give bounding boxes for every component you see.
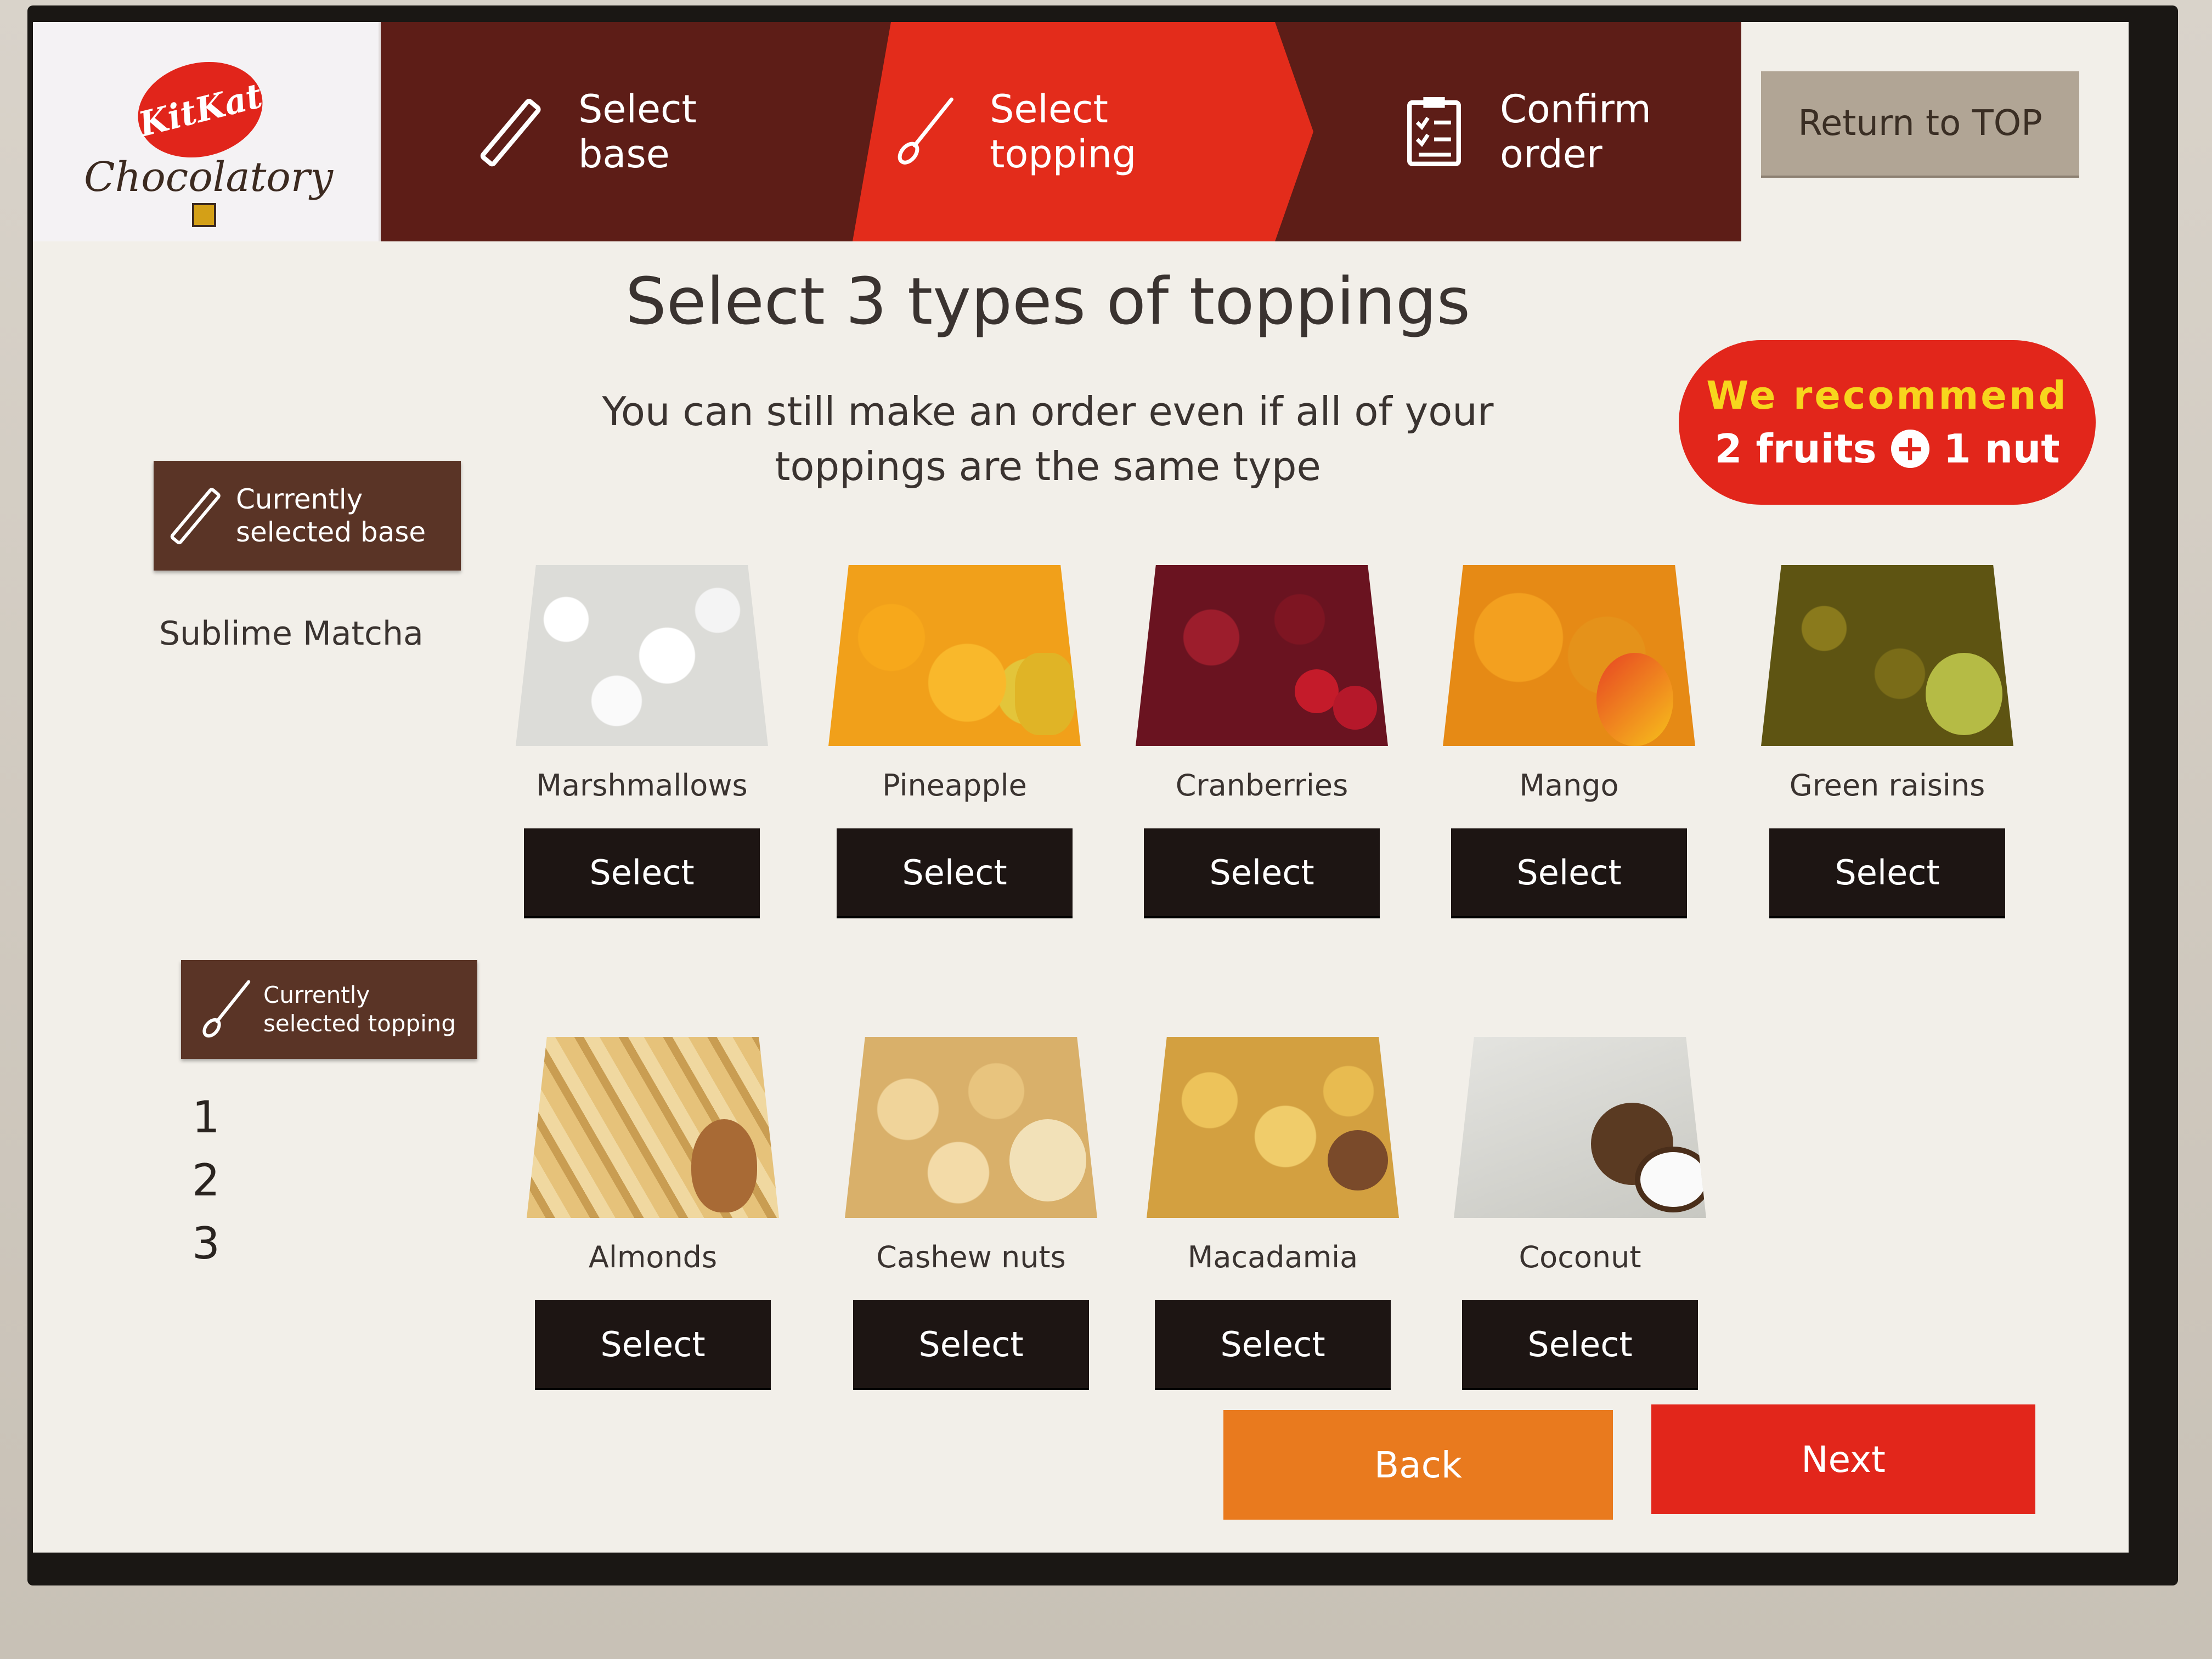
mango-fruit-icon: [1596, 653, 1673, 746]
topping-card-mango: Mango Select: [1443, 565, 1695, 916]
marshmallows-image: [516, 565, 768, 746]
macadamia-nut-icon: [1328, 1130, 1388, 1190]
checklist-icon: [1407, 97, 1461, 166]
topping-card-pineapple: Pineapple Select: [828, 565, 1081, 916]
topping-card-almonds: Almonds Select: [527, 1037, 779, 1388]
cashew-nuts-image: [845, 1037, 1097, 1218]
topping-card-macadamia: Macadamia Select: [1147, 1037, 1399, 1388]
topping-card-marshmallows: Marshmallows Select: [516, 565, 768, 916]
topping-card-cranberries: Cranberries Select: [1136, 565, 1388, 916]
brand-mark-icon: [192, 203, 216, 227]
selected-topping-label: Currently selected topping: [263, 981, 456, 1037]
brand-logo: KitKat Chocolatory: [33, 22, 381, 241]
grape-fruit-icon: [1926, 653, 2002, 735]
coconut-half-icon: [1635, 1147, 1706, 1212]
brand-subtitle: Chocolatory: [83, 154, 334, 201]
topping-name: Green raisins: [1789, 768, 1985, 803]
selected-base-value: Sublime Matcha: [159, 614, 424, 653]
topping-name: Almonds: [588, 1240, 718, 1274]
step-select-topping: Select topping: [885, 22, 1136, 241]
coconut-image: [1454, 1037, 1706, 1218]
select-pineapple-button[interactable]: Select: [837, 828, 1073, 916]
topping-slot-2: 2: [192, 1155, 220, 1206]
green-raisins-image: [1761, 565, 2013, 746]
back-button[interactable]: Back: [1223, 1410, 1613, 1520]
recommend-heading: We recommend: [1706, 373, 2068, 418]
mango-image: [1443, 565, 1695, 746]
almonds-image: [527, 1037, 779, 1218]
step-label: Select base: [578, 87, 697, 177]
cranberry-fruit-icon: [1333, 686, 1377, 730]
next-button[interactable]: Next: [1651, 1404, 2035, 1514]
almond-nut-icon: [691, 1119, 757, 1212]
kiosk-screen: KitKat Chocolatory Select base Select to…: [33, 22, 2129, 1553]
topping-name: Coconut: [1519, 1240, 1641, 1274]
plus-icon: +: [1891, 428, 1929, 469]
step-label: Select topping: [990, 87, 1137, 177]
spoon-icon: [202, 980, 251, 1038]
topping-name: Mango: [1519, 768, 1619, 803]
stick-icon: [170, 488, 221, 545]
selected-base-label: Currently selected base: [236, 483, 426, 548]
progress-steps: Select base Select topping Confirm order: [381, 22, 1741, 241]
stick-icon: [480, 99, 541, 167]
select-green-raisins-button[interactable]: Select: [1769, 828, 2005, 916]
topping-name: Cranberries: [1175, 768, 1348, 803]
recommend-nuts: 1 nut: [1943, 426, 2060, 472]
topping-slot-3: 3: [192, 1218, 220, 1269]
select-mango-button[interactable]: Select: [1451, 828, 1687, 916]
cranberry-fruit-icon: [1295, 669, 1339, 713]
topping-name: Cashew nuts: [876, 1240, 1066, 1274]
header: KitKat Chocolatory Select base Select to…: [33, 22, 2129, 241]
topping-name: Marshmallows: [536, 768, 748, 803]
step-confirm-order: Confirm order: [1396, 22, 1651, 241]
select-macadamia-button[interactable]: Select: [1155, 1300, 1391, 1388]
select-coconut-button[interactable]: Select: [1462, 1300, 1698, 1388]
step-select-base: Select base: [474, 22, 697, 241]
select-cashew-nuts-button[interactable]: Select: [853, 1300, 1089, 1388]
macadamia-image: [1147, 1037, 1399, 1218]
select-marshmallows-button[interactable]: Select: [524, 828, 760, 916]
step-label: Confirm order: [1500, 87, 1651, 177]
spoon-icon: [898, 97, 953, 165]
pineapple-fruit-icon: [1015, 653, 1075, 735]
selected-topping-tag: Currently selected topping: [181, 960, 477, 1059]
page-subtitle: You can still make an order even if all …: [602, 388, 1494, 489]
pineapple-image: [828, 565, 1081, 746]
topping-slot-1: 1: [192, 1092, 220, 1143]
topping-name: Macadamia: [1187, 1240, 1358, 1274]
page-title: Select 3 types of toppings: [625, 263, 1471, 339]
recommend-fruits: 2 fruits: [1714, 426, 1877, 472]
select-almonds-button[interactable]: Select: [535, 1300, 771, 1388]
topping-card-coconut: Coconut Select: [1454, 1037, 1706, 1388]
recommend-badge: We recommend 2 fruits + 1 nut: [1679, 340, 2096, 505]
return-to-top-button[interactable]: Return to TOP: [1761, 71, 2079, 176]
topping-card-cashew-nuts: Cashew nuts Select: [845, 1037, 1097, 1388]
cranberries-image: [1136, 565, 1388, 746]
cashew-nut-icon: [1009, 1119, 1086, 1201]
kitkat-logo-icon: KitKat: [127, 49, 273, 171]
recommend-detail: 2 fruits + 1 nut: [1714, 426, 2059, 472]
selected-base-tag: Currently selected base: [154, 461, 461, 571]
topping-name: Pineapple: [882, 768, 1027, 803]
topping-card-green-raisins: Green raisins Select: [1761, 565, 2013, 916]
select-cranberries-button[interactable]: Select: [1144, 828, 1380, 916]
